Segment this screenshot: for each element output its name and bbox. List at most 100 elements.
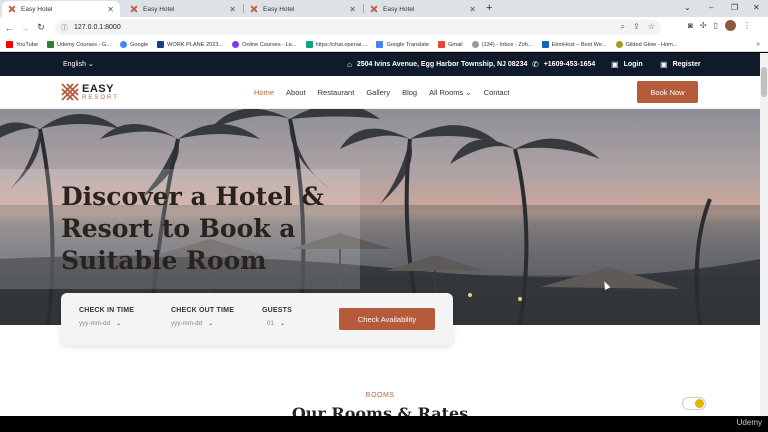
forward-arrow-icon[interactable]: → [18,23,32,33]
bookmark-youtube[interactable]: YouTube [6,41,38,48]
udemy-watermark: Udemy [736,418,762,427]
phone-text: +1609-453-1654 [543,61,596,68]
top-info-bar: English ⌄ ⌂ 2504 Ivins Avenue, Egg Harbo… [0,53,760,76]
browser-toolbar: ← → ↻ ⓘ 127.0.0.1:8000 ⌕ ⇪ ☆ ◙ ✣ ▯ ⋮ [0,17,768,38]
nav-item-home[interactable]: Home [254,88,274,97]
check-out-input[interactable]: yyy-mm-dd ⌄ [171,320,234,327]
guests-field: GUESTS 01 ⌄ [262,307,292,327]
site-info-icon[interactable]: ⓘ [61,23,68,33]
register-link[interactable]: ▣ Register [660,60,701,69]
guests-label: GUESTS [262,307,292,314]
minimize-button[interactable]: – [709,1,713,15]
youtube-icon [6,41,13,48]
language-selector[interactable]: English ⌄ [63,60,94,68]
nav-item-contact[interactable]: Contact [484,88,510,97]
sun-icon [695,399,704,408]
page-scrollbar[interactable] [760,53,768,416]
nav-item-gallery[interactable]: Gallery [366,88,390,97]
bookmark-gilded-glow[interactable]: Gilded Glow - Hom... [615,41,678,48]
close-window-button[interactable]: ✕ [753,1,760,15]
check-out-label: CHECK OUT TIME [171,307,235,314]
nav-item-all-rooms[interactable]: All Rooms ⌄ [429,88,472,97]
bookmark-zoho-inbox[interactable]: (134) - Inbox - Zoh... [471,41,533,48]
zoom-icon[interactable]: ⌕ [621,22,625,32]
logo-sub-text: RESORT [82,94,119,101]
user-icon: ▣ [660,60,668,69]
gilded-glow-icon [615,41,623,48]
hotel-favicon-icon [370,5,378,13]
bookmark-label: Online Courses - Le... [242,41,297,48]
browser-tab[interactable]: Easy Hotel ✕ [124,1,242,17]
bookmark-label: Google Translate [386,41,430,48]
chevron-down-icon: ⌄ [463,88,472,97]
url-text: 127.0.0.1:8000 [74,24,121,31]
close-tab-icon[interactable]: ✕ [107,5,114,14]
tab-title: Easy Hotel [21,5,53,13]
nav-item-about[interactable]: About [286,88,306,97]
camera-extension-icon[interactable]: ◙ [688,21,693,30]
browser-tab-bar: Easy Hotel ✕ Easy Hotel ✕ Easy Hotel ✕ E… [0,0,768,17]
mail-icon [471,41,479,48]
close-tab-icon[interactable]: ✕ [229,5,236,14]
nav-item-label: All Rooms [429,88,464,97]
more-bookmarks-icon[interactable]: » [756,41,760,48]
bookmark-google[interactable]: Google [120,41,148,48]
bookmark-gmail[interactable]: Gmail [438,41,463,48]
courses-icon [232,41,240,48]
restore-button[interactable]: ❐ [731,1,738,15]
bookmark-label: Udemy Courses - G... [56,41,112,48]
browser-menu-icon[interactable]: ⋮ [743,21,751,30]
login-icon: ▣ [611,60,619,69]
bookmarks-bar: YouTube Udemy Courses - G... Google WORK… [0,38,768,52]
login-link[interactable]: ▣ Login [611,60,643,69]
browser-tab[interactable]: Easy Hotel ✕ [364,1,482,17]
translate-icon [376,41,384,48]
rooms-eyebrow: ROOMS [365,392,395,399]
guests-value: 01 [267,320,275,327]
tab-search-icon[interactable]: ⌄ [684,1,691,15]
close-tab-icon[interactable]: ✕ [349,5,356,14]
book-now-button[interactable]: Book Now [637,81,698,103]
check-in-field: CHECK IN TIME yyy-mm-dd ⌄ [79,307,134,327]
nav-item-blog[interactable]: Blog [402,88,417,97]
sheets-icon [46,41,54,48]
rooms-heading: Our Rooms & Rates [291,404,469,416]
reload-icon[interactable]: ↻ [34,22,48,33]
site-logo[interactable]: EASY RESORT [61,83,119,101]
chatgpt-icon [305,41,313,48]
browser-tab[interactable]: Easy Hotel ✕ [244,1,362,17]
bookmark-translate[interactable]: Google Translate [376,41,429,48]
browser-tab[interactable]: Easy Hotel ✕ [2,1,120,17]
chevron-down-icon: ⌄ [116,321,122,327]
nav-item-restaurant[interactable]: Restaurant [318,88,355,97]
close-tab-icon[interactable]: ✕ [469,5,476,14]
side-panel-icon[interactable]: ▯ [714,21,718,30]
bookmark-ebmhost[interactable]: EbmHost – Best We... [541,41,607,48]
nav-menu: Home About Restaurant Gallery Blog All R… [254,88,522,97]
new-tab-button[interactable]: + [486,1,492,15]
home-icon: ⌂ [347,60,352,69]
register-label: Register [672,61,701,68]
hotel-favicon-icon [250,5,258,13]
website-viewport: English ⌄ ⌂ 2504 Ivins Avenue, Egg Harbo… [0,53,760,416]
language-label: English [63,61,86,68]
scrollbar-thumb[interactable] [761,67,767,97]
bookmark-online-courses[interactable]: Online Courses - Le... [232,41,297,48]
tab-title: Easy Hotel [383,5,415,13]
bookmark-work-plane[interactable]: WORK PLANE 2023... [157,41,223,48]
theme-toggle[interactable] [682,397,706,410]
share-icon[interactable]: ⇪ [633,22,640,32]
check-in-input[interactable]: yyy-mm-dd ⌄ [79,320,134,327]
bookmark-star-icon[interactable]: ☆ [648,22,655,32]
phone-info[interactable]: ✆ +1609-453-1654 [532,60,595,69]
check-availability-button[interactable]: Check Availability [339,308,435,330]
address-bar[interactable]: ⓘ 127.0.0.1:8000 ⌕ ⇪ ☆ [55,20,661,35]
profile-avatar[interactable] [724,20,736,31]
back-arrow-icon[interactable]: ← [2,23,16,33]
extensions-puzzle-icon[interactable]: ✣ [700,21,707,30]
bookmark-chatgpt[interactable]: https://chat.openai.... [305,41,367,48]
bookmark-label: Gmail [448,41,463,48]
tab-title: Easy Hotel [143,5,175,13]
guests-select[interactable]: 01 ⌄ [262,320,292,327]
bookmark-udemy[interactable]: Udemy Courses - G... [46,41,112,48]
